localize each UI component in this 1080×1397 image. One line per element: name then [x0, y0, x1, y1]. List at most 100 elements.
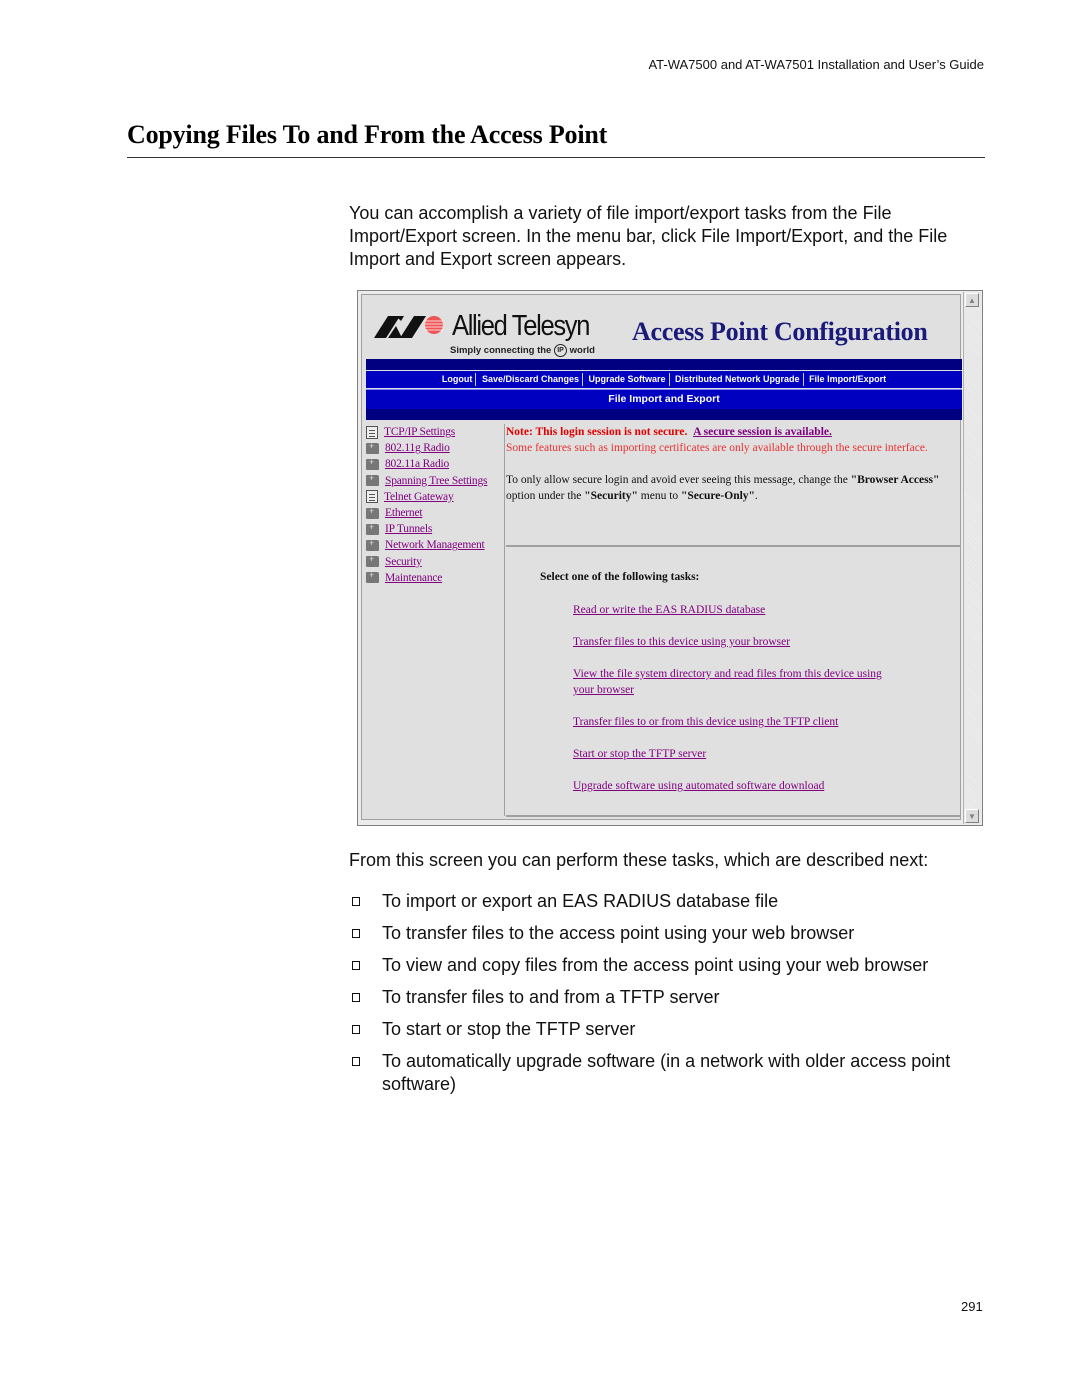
tip-text: .	[754, 490, 758, 502]
sidebar-link[interactable]: TCP/IP Settings	[384, 426, 455, 438]
tagline-post: world	[569, 345, 595, 357]
scroll-down-arrow-icon[interactable]: ▼	[965, 809, 979, 823]
brand-tagline: Simply connecting the IP world	[450, 344, 595, 357]
sidebar-link[interactable]: 802.11g Radio	[385, 442, 450, 454]
intro-paragraph: You can accomplish a variety of file imp…	[349, 203, 948, 269]
nav-upgrade-software[interactable]: Upgrade Software	[586, 374, 669, 384]
nav-separator	[581, 373, 583, 387]
content-pane: Note: This login session is not secure. …	[506, 424, 958, 504]
brand-name: Allied Telesyn	[452, 310, 590, 342]
nav-save-discard[interactable]: Save/Discard Changes	[479, 374, 582, 384]
vertical-scrollbar[interactable]: ▲ ▼	[963, 292, 981, 824]
list-item: To view and copy files from the access p…	[349, 954, 989, 977]
security-warning: Some features such as importing certific…	[506, 442, 928, 454]
sidebar-item-maintenance[interactable]: Maintenance	[366, 570, 504, 586]
sidebar-item-telnet[interactable]: Telnet Gateway	[366, 489, 504, 505]
ip-circle-icon: IP	[554, 344, 567, 357]
task-bullet-list: To import or export an EAS RADIUS databa…	[349, 890, 989, 1105]
document-icon	[366, 425, 378, 439]
list-item-text: To start or stop the TFTP server	[382, 1019, 636, 1039]
sidebar-menu: TCP/IP Settings 802.11g Radio 802.11a Ra…	[366, 424, 505, 816]
folder-icon	[366, 457, 379, 470]
sidebar-item-security[interactable]: Security	[366, 554, 504, 570]
sidebar-link[interactable]: Spanning Tree Settings	[385, 475, 488, 487]
list-item-text: To transfer files to and from a TFTP ser…	[382, 987, 720, 1007]
tip-text: To only allow secure login and avoid eve…	[506, 474, 848, 486]
nav-menu: Logout Save/Discard Changes Upgrade Soft…	[366, 371, 962, 388]
list-item: To start or stop the TFTP server	[349, 1018, 989, 1041]
nav-distributed-upgrade[interactable]: Distributed Network Upgrade	[672, 374, 803, 384]
sidebar-item-spanning-tree[interactable]: Spanning Tree Settings	[366, 473, 504, 489]
bullet-box-icon	[352, 961, 360, 970]
nav-logout[interactable]: Logout	[439, 374, 476, 384]
security-note-text: Note: This login session is not secure.	[506, 426, 688, 438]
tip-value: "Secure-Only"	[681, 490, 755, 502]
list-item: To automatically upgrade software (in a …	[349, 1050, 989, 1096]
header-bar-top	[366, 359, 962, 370]
sidebar-link[interactable]: Maintenance	[385, 572, 442, 584]
nav-separator	[802, 373, 804, 387]
tasks-heading: Select one of the following tasks:	[540, 571, 700, 583]
secure-only-tip: To only allow secure login and avoid eve…	[506, 472, 958, 504]
sidebar-item-80211a[interactable]: 802.11a Radio	[366, 456, 504, 472]
app-banner: Allied Telesyn Simply connecting the IP …	[366, 299, 958, 357]
sidebar-item-ip-tunnels[interactable]: IP Tunnels	[366, 521, 504, 537]
header-bar-bottom	[366, 409, 962, 420]
tip-text: menu to	[640, 490, 679, 502]
folder-icon	[366, 554, 379, 568]
task-link-view-files[interactable]: View the file system directory and read …	[573, 666, 893, 698]
list-item: To transfer files to and from a TFTP ser…	[349, 986, 989, 1009]
folder-icon	[366, 522, 379, 535]
task-link-auto-upgrade[interactable]: Upgrade software using automated softwar…	[573, 778, 913, 794]
secure-session-link[interactable]: A secure session is available.	[693, 426, 832, 438]
list-item-text: To transfer files to the access point us…	[382, 923, 855, 943]
task-link-tftp-server[interactable]: Start or stop the TFTP server	[573, 746, 913, 762]
content-divider-bottom	[506, 815, 960, 817]
list-item-text: To automatically upgrade software (in a …	[382, 1051, 951, 1094]
content-divider	[506, 545, 960, 547]
list-item: To import or export an EAS RADIUS databa…	[349, 890, 989, 913]
task-link-eas-radius[interactable]: Read or write the EAS RADIUS database	[573, 602, 913, 618]
sidebar-item-ethernet[interactable]: Ethernet	[366, 505, 504, 521]
bullet-box-icon	[352, 897, 360, 906]
bullet-box-icon	[352, 929, 360, 938]
sidebar-link[interactable]: 802.11a Radio	[385, 458, 449, 470]
folder-icon	[366, 473, 379, 487]
folder-icon	[366, 538, 379, 551]
sidebar-item-80211g[interactable]: 802.11g Radio	[366, 440, 504, 456]
sidebar-link[interactable]: IP Tunnels	[385, 523, 432, 535]
folder-icon	[366, 570, 379, 584]
section-title: Copying Files To and From the Access Poi…	[127, 120, 608, 149]
sidebar-link[interactable]: Network Management	[385, 539, 485, 551]
tip-menu: "Security"	[584, 490, 638, 502]
sidebar-link[interactable]: Security	[385, 556, 422, 568]
task-link-tftp-client[interactable]: Transfer files to or from this device us…	[573, 714, 913, 730]
title-rule	[127, 157, 985, 158]
tip-option: "Browser Access"	[850, 474, 940, 486]
tip-text: option under the	[506, 490, 582, 502]
scroll-up-arrow-icon[interactable]: ▲	[965, 293, 979, 307]
list-item-text: To import or export an EAS RADIUS databa…	[382, 891, 779, 911]
nav-separator	[475, 373, 477, 387]
running-header: AT-WA7500 and AT-WA7501 Installation and…	[648, 57, 984, 72]
nav-separator	[668, 373, 670, 387]
list-item: To transfer files to the access point us…	[349, 922, 989, 945]
nav-file-import-export[interactable]: File Import/Export	[806, 374, 889, 384]
screenshot-figure: Allied Telesyn Simply connecting the IP …	[357, 290, 983, 826]
bullet-box-icon	[352, 993, 360, 1002]
bullet-box-icon	[352, 1057, 360, 1066]
after-screenshot-text: From this screen you can perform these t…	[349, 850, 929, 870]
sidebar-item-network-management[interactable]: Network Management	[366, 537, 504, 553]
page-number: 291	[961, 1299, 983, 1314]
folder-icon	[366, 506, 379, 519]
bullet-box-icon	[352, 1025, 360, 1034]
sidebar-item-tcpip[interactable]: TCP/IP Settings	[366, 424, 504, 440]
browser-viewport: Allied Telesyn Simply connecting the IP …	[361, 294, 962, 820]
sidebar-link[interactable]: Telnet Gateway	[384, 491, 454, 503]
allied-telesyn-logo-icon	[374, 316, 443, 338]
task-link-browser-upload[interactable]: Transfer files to this device using your…	[573, 634, 913, 650]
security-note: Note: This login session is not secure. …	[506, 424, 958, 440]
folder-icon	[366, 441, 379, 454]
document-icon	[366, 490, 378, 504]
sidebar-link[interactable]: Ethernet	[385, 507, 423, 519]
